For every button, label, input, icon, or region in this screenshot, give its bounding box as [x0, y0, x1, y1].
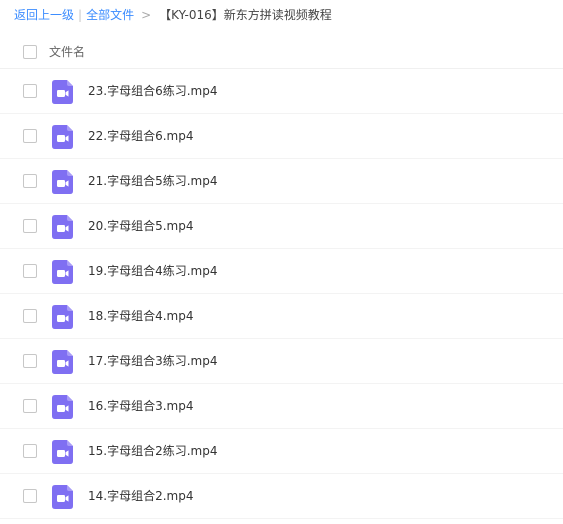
- file-row[interactable]: 17.字母组合3练习.mp4: [0, 339, 563, 384]
- file-name-link[interactable]: 23.字母组合6练习.mp4: [88, 69, 217, 113]
- file-checkbox[interactable]: [23, 444, 37, 458]
- file-name-link[interactable]: 15.字母组合2练习.mp4: [88, 429, 217, 473]
- video-file-icon: [52, 80, 73, 104]
- video-file-icon: [52, 395, 73, 419]
- file-checkbox[interactable]: [23, 354, 37, 368]
- video-file-icon: [52, 260, 73, 284]
- file-checkbox[interactable]: [23, 129, 37, 143]
- file-row[interactable]: 19.字母组合4练习.mp4: [0, 249, 563, 294]
- breadcrumb-separator: |: [78, 8, 83, 22]
- file-checkbox[interactable]: [23, 174, 37, 188]
- video-file-icon: [52, 485, 73, 509]
- file-checkbox[interactable]: [23, 84, 37, 98]
- all-files-link[interactable]: 全部文件: [86, 8, 134, 22]
- file-row[interactable]: 15.字母组合2练习.mp4: [0, 429, 563, 474]
- breadcrumb: 返回上一级 | 全部文件 > 【KY-016】新东方拼读视频教程: [14, 6, 332, 24]
- file-name-link[interactable]: 22.字母组合6.mp4: [88, 114, 193, 158]
- file-row[interactable]: 14.字母组合2.mp4: [0, 474, 563, 519]
- select-all-checkbox[interactable]: [23, 45, 37, 59]
- filename-column-header[interactable]: 文件名: [49, 36, 85, 68]
- file-row[interactable]: 22.字母组合6.mp4: [0, 114, 563, 159]
- file-checkbox[interactable]: [23, 264, 37, 278]
- video-file-icon: [52, 125, 73, 149]
- file-row[interactable]: 16.字母组合3.mp4: [0, 384, 563, 429]
- file-checkbox[interactable]: [23, 399, 37, 413]
- file-row[interactable]: 23.字母组合6练习.mp4: [0, 69, 563, 114]
- file-name-link[interactable]: 17.字母组合3练习.mp4: [88, 339, 217, 383]
- file-row[interactable]: 20.字母组合5.mp4: [0, 204, 563, 249]
- video-file-icon: [52, 440, 73, 464]
- file-list: 23.字母组合6练习.mp4 22.字母组合6.mp4 21.字母组合5练习.mp4…: [0, 69, 563, 519]
- file-name-link[interactable]: 19.字母组合4练习.mp4: [88, 249, 217, 293]
- file-list-header: 文件名: [0, 36, 563, 69]
- file-row[interactable]: 18.字母组合4.mp4: [0, 294, 563, 339]
- file-name-link[interactable]: 16.字母组合3.mp4: [88, 384, 193, 428]
- video-file-icon: [52, 170, 73, 194]
- file-name-link[interactable]: 20.字母组合5.mp4: [88, 204, 193, 248]
- video-file-icon: [52, 305, 73, 329]
- file-name-link[interactable]: 21.字母组合5练习.mp4: [88, 159, 217, 203]
- file-row[interactable]: 21.字母组合5练习.mp4: [0, 159, 563, 204]
- current-folder-name: 【KY-016】新东方拼读视频教程: [159, 8, 332, 22]
- file-name-link[interactable]: 18.字母组合4.mp4: [88, 294, 193, 338]
- file-checkbox[interactable]: [23, 489, 37, 503]
- file-checkbox[interactable]: [23, 219, 37, 233]
- file-checkbox[interactable]: [23, 309, 37, 323]
- breadcrumb-arrow-icon: >: [141, 8, 152, 22]
- video-file-icon: [52, 215, 73, 239]
- file-name-link[interactable]: 14.字母组合2.mp4: [88, 474, 193, 518]
- video-file-icon: [52, 350, 73, 374]
- back-link[interactable]: 返回上一级: [14, 8, 74, 22]
